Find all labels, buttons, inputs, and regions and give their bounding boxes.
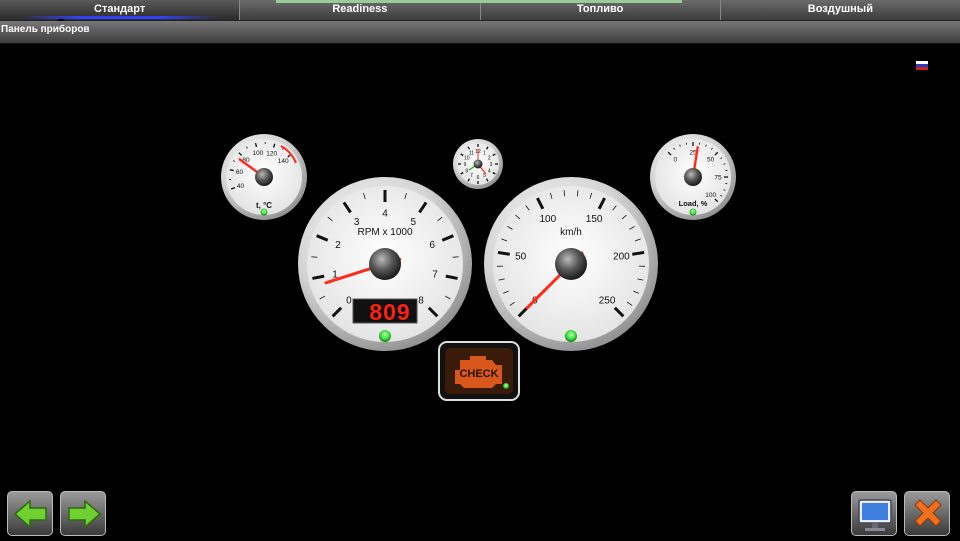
arrow-left-icon [13, 499, 47, 529]
rpm-gauge: 012345678 RPM x 1000 809 [298, 177, 472, 351]
temperature-tick-label: 100 [253, 150, 264, 157]
back-button[interactable] [7, 491, 53, 536]
dashboard: 406080100120140 t, °C 121234567891011 02… [221, 134, 736, 401]
speed-label: km/h [560, 227, 582, 238]
speed-tick-label: 50 [515, 252, 527, 263]
load-gauge: 0255075100 Load, % [650, 134, 736, 220]
rpm-tick-label: 8 [418, 296, 424, 307]
speed-tick-label: 150 [586, 214, 603, 225]
monitor-icon [858, 499, 892, 531]
load-tick-label: 75 [714, 174, 722, 181]
rpm-tick-label: 7 [432, 269, 438, 280]
load-tick-label: 100 [705, 192, 716, 199]
load-tick-label: 0 [674, 157, 678, 164]
temperature-tick-label: 120 [266, 150, 277, 157]
speed-tick-label: 100 [540, 214, 557, 225]
load-label: Load, % [679, 199, 708, 208]
clock-tick-label: 9 [464, 162, 467, 168]
display-button[interactable] [851, 491, 897, 536]
load-indicator-led [689, 208, 697, 216]
clock-tick-label: 1 [483, 150, 486, 156]
load-tick-label: 50 [707, 157, 715, 164]
arrow-right-icon [68, 499, 102, 529]
clock-tick-label: 2 [488, 155, 491, 161]
clock-tick-label: 3 [490, 162, 493, 168]
rpm-label: RPM x 1000 [357, 227, 412, 238]
rpm-tick-label: 0 [346, 296, 352, 307]
clock-tick-label: 11 [469, 150, 474, 156]
clock-tick-label: 6 [477, 175, 480, 181]
rpm-tick-label: 6 [429, 240, 435, 251]
speed-tick-label: 200 [613, 252, 630, 263]
rpm-tick-label: 4 [382, 209, 388, 220]
close-icon [914, 499, 942, 527]
close-button[interactable] [904, 491, 950, 536]
clock-tick-label: 4 [488, 168, 491, 174]
rpm-tick-label: 2 [335, 240, 341, 251]
clock-tick-label: 8 [465, 168, 468, 174]
speed-tick-label: 250 [599, 296, 616, 307]
temperature-tick-label: 140 [278, 158, 289, 165]
check-engine-indicator: CHECK [438, 341, 520, 401]
temperature-tick-label: 60 [236, 169, 244, 176]
temperature-indicator-led [260, 208, 268, 216]
speed-indicator-led [565, 330, 577, 342]
temperature-gauge: 406080100 120140 t, °C [221, 134, 307, 220]
rpm-indicator-led [379, 330, 391, 342]
temperature-tick-label: 40 [237, 183, 245, 190]
check-engine-label: CHECK [459, 368, 498, 380]
forward-button[interactable] [60, 491, 106, 536]
rpm-digital-value: 809 [369, 299, 410, 325]
speed-gauge: 050100150200250 km/h [484, 177, 658, 351]
clock-gauge: 121234567891011 [453, 139, 503, 189]
clock-tick-label: 7 [470, 173, 473, 179]
